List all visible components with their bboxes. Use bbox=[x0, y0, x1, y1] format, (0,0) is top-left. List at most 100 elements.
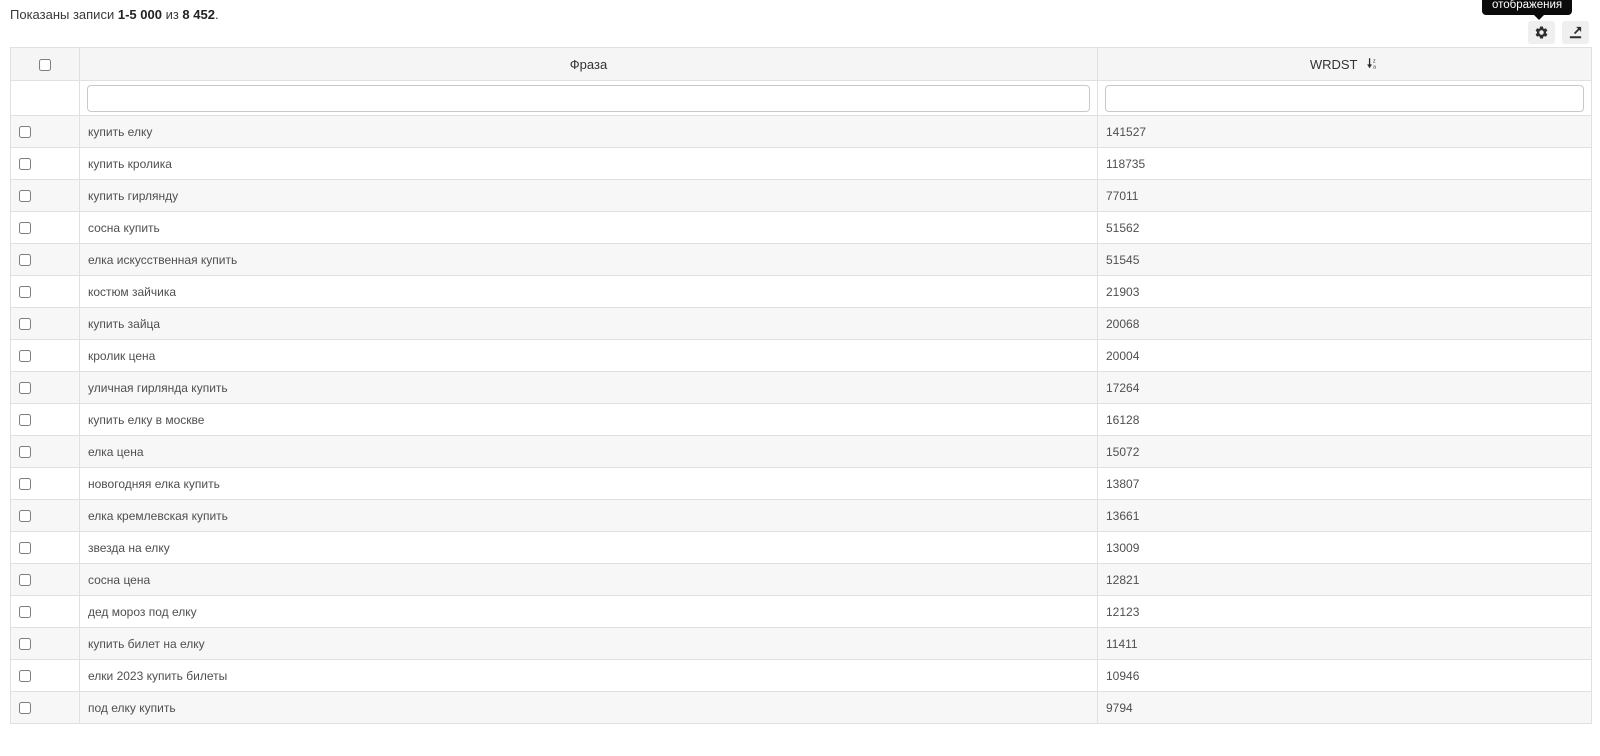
svg-text:z: z bbox=[1373, 58, 1376, 64]
row-checkbox[interactable] bbox=[19, 638, 31, 651]
row-checkbox[interactable] bbox=[19, 350, 31, 363]
phrase-column-label: Фраза bbox=[569, 57, 608, 73]
phrase-cell: елка цена bbox=[79, 435, 1098, 468]
phrase-cell: сосна цена bbox=[79, 563, 1098, 596]
results-table: Фраза WRDST za купить елку 141527 купить… bbox=[10, 47, 1592, 724]
svg-text:a: a bbox=[1373, 64, 1376, 69]
row-checkbox[interactable] bbox=[19, 574, 31, 587]
wrdst-cell: 77011 bbox=[1097, 179, 1592, 212]
summary-range: 1-5 000 bbox=[117, 7, 162, 22]
row-select-cell bbox=[10, 531, 80, 564]
select-all-header bbox=[10, 47, 80, 81]
phrase-cell: купить гирлянду bbox=[79, 179, 1098, 212]
phrase-cell: елка кремлевская купить bbox=[79, 499, 1098, 532]
table-row: купить елку в москве 16128 bbox=[10, 403, 1592, 436]
phrase-cell: звезда на елку bbox=[79, 531, 1098, 564]
phrase-cell: дед мороз под елку bbox=[79, 595, 1098, 628]
wrdst-cell: 13661 bbox=[1097, 499, 1592, 532]
phrase-cell: костюм зайчика bbox=[79, 275, 1098, 308]
row-checkbox[interactable] bbox=[19, 478, 31, 491]
row-checkbox[interactable] bbox=[19, 286, 31, 299]
row-checkbox[interactable] bbox=[19, 510, 31, 523]
select-all-checkbox[interactable] bbox=[39, 59, 51, 72]
row-select-cell bbox=[10, 563, 80, 596]
table-row: купить гирлянду 77011 bbox=[10, 179, 1592, 212]
wrdst-cell: 13807 bbox=[1097, 467, 1592, 500]
table-row: дед мороз под елку 12123 bbox=[10, 595, 1592, 628]
export-button[interactable] bbox=[1562, 21, 1589, 44]
phrase-cell: купить елку bbox=[79, 115, 1098, 148]
wrdst-cell: 13009 bbox=[1097, 531, 1592, 564]
phrase-cell: купить билет на елку bbox=[79, 627, 1098, 660]
display-settings-button[interactable] bbox=[1528, 21, 1555, 44]
phrase-cell: уличная гирлянда купить bbox=[79, 371, 1098, 404]
row-select-cell bbox=[10, 467, 80, 500]
row-select-cell bbox=[10, 691, 80, 724]
row-checkbox[interactable] bbox=[19, 542, 31, 555]
table-row: под елку купить 9794 bbox=[10, 691, 1592, 724]
phrase-filter-cell bbox=[79, 80, 1098, 116]
table-row: елка искусственная купить 51545 bbox=[10, 243, 1592, 276]
tooltip-text: отображения bbox=[1492, 0, 1563, 11]
row-checkbox[interactable] bbox=[19, 318, 31, 331]
row-checkbox[interactable] bbox=[19, 414, 31, 427]
wrdst-filter-input[interactable] bbox=[1105, 84, 1584, 112]
wrdst-cell: 15072 bbox=[1097, 435, 1592, 468]
wrdst-cell: 20004 bbox=[1097, 339, 1592, 372]
wrdst-cell: 21903 bbox=[1097, 275, 1592, 308]
row-select-cell bbox=[10, 307, 80, 340]
table-row: елка цена 15072 bbox=[10, 435, 1592, 468]
phrase-cell: купить кролика bbox=[79, 147, 1098, 180]
table-row: сосна купить 51562 bbox=[10, 211, 1592, 244]
row-select-cell bbox=[10, 211, 80, 244]
filter-empty-cell bbox=[10, 80, 80, 116]
row-checkbox[interactable] bbox=[19, 702, 31, 715]
wrdst-filter-cell bbox=[1097, 80, 1592, 116]
row-checkbox[interactable] bbox=[19, 606, 31, 619]
row-checkbox[interactable] bbox=[19, 382, 31, 395]
table-row: елка кремлевская купить 13661 bbox=[10, 499, 1592, 532]
wrdst-cell: 51545 bbox=[1097, 243, 1592, 276]
table-row: сосна цена 12821 bbox=[10, 563, 1592, 596]
row-select-cell bbox=[10, 147, 80, 180]
phrase-column-header: Фраза bbox=[79, 47, 1098, 81]
table-row: звезда на елку 13009 bbox=[10, 531, 1592, 564]
row-checkbox[interactable] bbox=[19, 254, 31, 267]
row-checkbox[interactable] bbox=[19, 190, 31, 203]
sort-descending-icon: za bbox=[1366, 57, 1379, 73]
row-select-cell bbox=[10, 499, 80, 532]
wrdst-cell: 141527 bbox=[1097, 115, 1592, 148]
wrdst-cell: 10946 bbox=[1097, 659, 1592, 692]
table-row: кролик цена 20004 bbox=[10, 339, 1592, 372]
table-row: новогодняя елка купить 13807 bbox=[10, 467, 1592, 500]
table-body: купить елку 141527 купить кролика 118735… bbox=[10, 115, 1592, 724]
row-checkbox[interactable] bbox=[19, 670, 31, 683]
table-row: елки 2023 купить билеты 10946 bbox=[10, 659, 1592, 692]
export-icon bbox=[1568, 25, 1583, 40]
phrase-filter-input[interactable] bbox=[87, 84, 1090, 112]
records-summary: Показаны записи 1-5 000 из 8 452. bbox=[10, 7, 219, 22]
row-select-cell bbox=[10, 243, 80, 276]
row-checkbox[interactable] bbox=[19, 158, 31, 171]
table-row: купить елку 141527 bbox=[10, 115, 1592, 148]
row-select-cell bbox=[10, 595, 80, 628]
table-row: костюм зайчика 21903 bbox=[10, 275, 1592, 308]
header-row: Фраза WRDST za bbox=[10, 47, 1592, 81]
wrdst-column-label: WRDST bbox=[1309, 56, 1358, 72]
row-checkbox[interactable] bbox=[19, 446, 31, 459]
wrdst-cell: 16128 bbox=[1097, 403, 1592, 436]
row-checkbox[interactable] bbox=[19, 126, 31, 139]
table-row: уличная гирлянда купить 17264 bbox=[10, 371, 1592, 404]
table-row: купить билет на елку 11411 bbox=[10, 627, 1592, 660]
row-checkbox[interactable] bbox=[19, 222, 31, 235]
row-select-cell bbox=[10, 435, 80, 468]
wrdst-cell: 12821 bbox=[1097, 563, 1592, 596]
row-select-cell bbox=[10, 275, 80, 308]
wrdst-cell: 20068 bbox=[1097, 307, 1592, 340]
phrase-cell: елки 2023 купить билеты bbox=[79, 659, 1098, 692]
wrdst-cell: 51562 bbox=[1097, 211, 1592, 244]
summary-of: из bbox=[165, 7, 179, 22]
phrase-cell: елка искусственная купить bbox=[79, 243, 1098, 276]
wrdst-column-header[interactable]: WRDST za bbox=[1097, 47, 1592, 81]
filter-row bbox=[10, 80, 1592, 116]
